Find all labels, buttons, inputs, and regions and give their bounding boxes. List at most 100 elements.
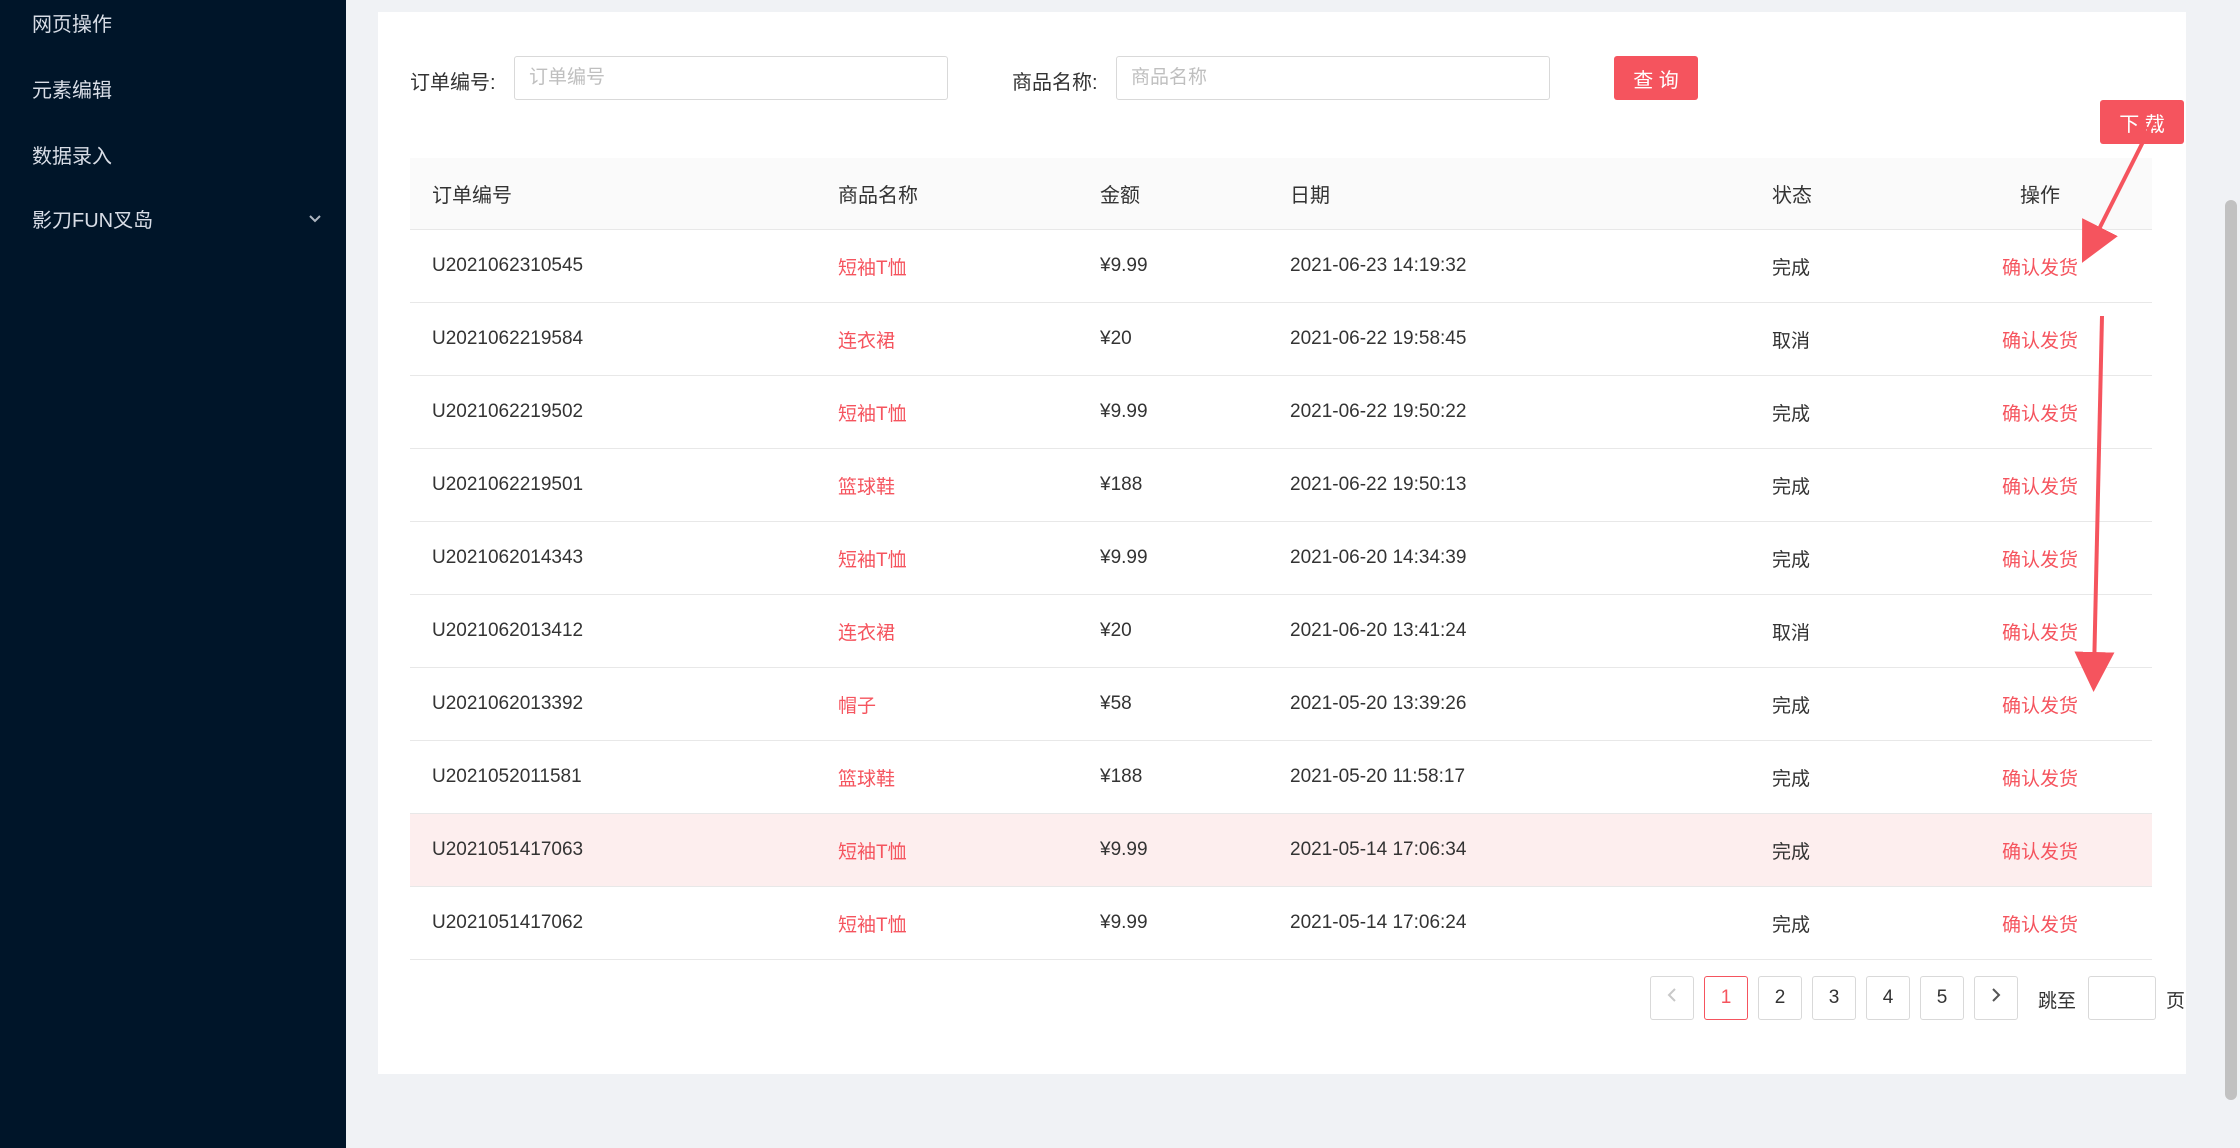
page-button-2[interactable]: 2 (1758, 976, 1802, 1020)
status-cell: 完成 (1772, 257, 1811, 279)
table-row[interactable]: U2021051417062 短袖T恤 ¥9.99 2021-05-14 17:06:… (410, 887, 2152, 960)
confirm-ship-link[interactable]: 确认发货 (2002, 449, 2078, 521)
date-cell: 2021-06-22 19:50:22 (1290, 401, 1467, 422)
table-row[interactable]: U2021062013392 帽子 ¥58 2021-05-20 13:39:26 完成… (410, 668, 2152, 741)
sidebar-item-web-ops[interactable]: 网页操作 (32, 8, 322, 37)
product-name-link[interactable]: 连衣裙 (838, 595, 895, 667)
confirm-ship-link[interactable]: 确认发货 (2002, 522, 2078, 594)
table-row[interactable]: U2021052011581 篮球鞋 ¥188 2021-05-20 11:58:17… (410, 741, 2152, 814)
table-row[interactable]: U2021062219501 篮球鞋 ¥188 2021-06-22 19:50:13… (410, 449, 2152, 522)
order-number-cell: U2021062014343 (432, 547, 584, 568)
product-name-link[interactable]: 连衣裙 (838, 303, 895, 375)
sidebar-item-label: 网页操作 (32, 14, 112, 36)
page-button-1[interactable]: 1 (1704, 976, 1748, 1020)
product-name-link[interactable]: 短袖T恤 (838, 230, 907, 302)
header-status: 状态 (1772, 185, 1812, 207)
order-number-cell: U2021062219502 (432, 401, 584, 422)
table-row[interactable]: U2021062219502 短袖T恤 ¥9.99 2021-06-22 19:50:… (410, 376, 2152, 449)
status-cell: 完成 (1772, 403, 1811, 425)
date-cell: 2021-05-20 11:58:17 (1290, 766, 1466, 787)
confirm-ship-link[interactable]: 确认发货 (2002, 595, 2078, 667)
product-name-link[interactable]: 短袖T恤 (838, 814, 907, 886)
page-scrollbar[interactable] (2222, 0, 2240, 1148)
table-header: 订单编号 商品名称 金额 日期 状态 操作 (410, 158, 2152, 230)
header-order-number: 订单编号 (432, 185, 512, 207)
amount-cell: ¥188 (1100, 766, 1143, 787)
order-number-cell: U2021051417063 (432, 839, 584, 860)
page-button-4[interactable]: 4 (1866, 976, 1910, 1020)
sidebar-item-label: 元素编辑 (32, 80, 112, 102)
table-row[interactable]: U2021062014343 短袖T恤 ¥9.99 2021-06-20 14:34:… (410, 522, 2152, 595)
order-number-cell: U2021052011581 (432, 766, 582, 787)
status-cell: 完成 (1772, 695, 1811, 717)
pagination: 1 2 3 4 5 (1650, 976, 2050, 1020)
chevron-left-icon (1667, 987, 1677, 1009)
product-name-input[interactable] (1116, 56, 1550, 100)
table-row[interactable]: U2021062310545 短袖T恤 ¥9.99 2021-06-23 14:19:… (410, 230, 2152, 303)
product-name-link[interactable]: 短袖T恤 (838, 376, 907, 448)
product-name-label: 商品名称: (1012, 72, 1098, 94)
product-name-link[interactable]: 篮球鞋 (838, 741, 895, 813)
product-name-link[interactable]: 短袖T恤 (838, 522, 907, 594)
orders-table: 订单编号 商品名称 金额 日期 状态 操作 U2021062310545 短袖T恤… (410, 158, 2152, 960)
amount-cell: ¥20 (1100, 620, 1132, 641)
next-page-button[interactable] (1974, 976, 2018, 1020)
page-suffix-label: 页 (2166, 991, 2186, 1012)
date-cell: 2021-06-22 19:50:13 (1290, 474, 1467, 495)
status-cell: 完成 (1772, 768, 1811, 790)
confirm-ship-link[interactable]: 确认发货 (2002, 668, 2078, 740)
sidebar-item-label: 影刀FUN叉岛 (32, 210, 154, 232)
order-number-input[interactable] (514, 56, 948, 100)
scrollbar-thumb[interactable] (2225, 200, 2237, 1100)
product-name-link[interactable]: 短袖T恤 (838, 887, 907, 959)
order-card: 订单编号: 商品名称: 查 询 下 载 订单编号 商品名称 金额 日期 状态 操… (378, 12, 2186, 1074)
confirm-ship-link[interactable]: 确认发货 (2002, 230, 2078, 302)
prev-page-button[interactable] (1650, 976, 1694, 1020)
query-button[interactable]: 查 询 (1614, 56, 1698, 100)
order-number-cell: U2021062013412 (432, 620, 584, 641)
confirm-ship-link[interactable]: 确认发货 (2002, 303, 2078, 375)
confirm-ship-link[interactable]: 确认发货 (2002, 741, 2078, 813)
header-date: 日期 (1290, 185, 1330, 207)
jump-page-input[interactable] (2088, 976, 2156, 1020)
product-name-link[interactable]: 帽子 (838, 668, 876, 740)
confirm-ship-link[interactable]: 确认发货 (2002, 376, 2078, 448)
order-number-cell: U2021062219501 (432, 474, 584, 495)
date-cell: 2021-05-14 17:06:24 (1290, 912, 1467, 933)
header-action: 操作 (2020, 185, 2060, 207)
sidebar-item-data-entry[interactable]: 数据录入 (32, 140, 322, 169)
table-row[interactable]: U2021062013412 连衣裙 ¥20 2021-06-20 13:41:24 取… (410, 595, 2152, 668)
product-name-link[interactable]: 篮球鞋 (838, 449, 895, 521)
main-content: 订单编号: 商品名称: 查 询 下 载 订单编号 商品名称 金额 日期 状态 操… (346, 0, 2240, 1148)
table-row[interactable]: U2021062219584 连衣裙 ¥20 2021-06-22 19:58:45 取… (410, 303, 2152, 376)
status-cell: 完成 (1772, 476, 1811, 498)
confirm-ship-link[interactable]: 确认发货 (2002, 887, 2078, 959)
sidebar: 网页操作 元素编辑 数据录入 影刀FUN叉岛 (0, 0, 346, 1148)
date-cell: 2021-05-20 13:39:26 (1290, 693, 1467, 714)
amount-cell: ¥9.99 (1100, 547, 1148, 568)
download-button[interactable]: 下 载 (2100, 100, 2184, 144)
amount-cell: ¥9.99 (1100, 255, 1148, 276)
amount-cell: ¥9.99 (1100, 401, 1148, 422)
status-cell: 完成 (1772, 914, 1811, 936)
sidebar-item-label: 数据录入 (32, 146, 112, 168)
header-product-name: 商品名称 (838, 185, 918, 207)
status-cell: 完成 (1772, 841, 1811, 863)
header-amount: 金额 (1100, 185, 1140, 207)
jump-to-label: 跳至 (2038, 991, 2077, 1012)
table-row[interactable]: U2021051417063 短袖T恤 ¥9.99 2021-05-14 17:06:… (410, 814, 2152, 887)
page-button-5[interactable]: 5 (1920, 976, 1964, 1020)
confirm-ship-link[interactable]: 确认发货 (2002, 814, 2078, 886)
page-button-3[interactable]: 3 (1812, 976, 1856, 1020)
order-number-cell: U2021062013392 (432, 693, 584, 714)
chevron-right-icon (1991, 987, 2001, 1009)
amount-cell: ¥9.99 (1100, 912, 1148, 933)
order-number-cell: U2021051417062 (432, 912, 584, 933)
date-cell: 2021-06-23 14:19:32 (1290, 255, 1467, 276)
sidebar-item-fun-island[interactable]: 影刀FUN叉岛 (32, 204, 322, 233)
status-cell: 取消 (1772, 330, 1811, 352)
sidebar-item-element-edit[interactable]: 元素编辑 (32, 74, 322, 103)
status-cell: 取消 (1772, 622, 1811, 644)
order-number-cell: U2021062310545 (432, 255, 584, 276)
order-number-label: 订单编号: (410, 72, 496, 94)
